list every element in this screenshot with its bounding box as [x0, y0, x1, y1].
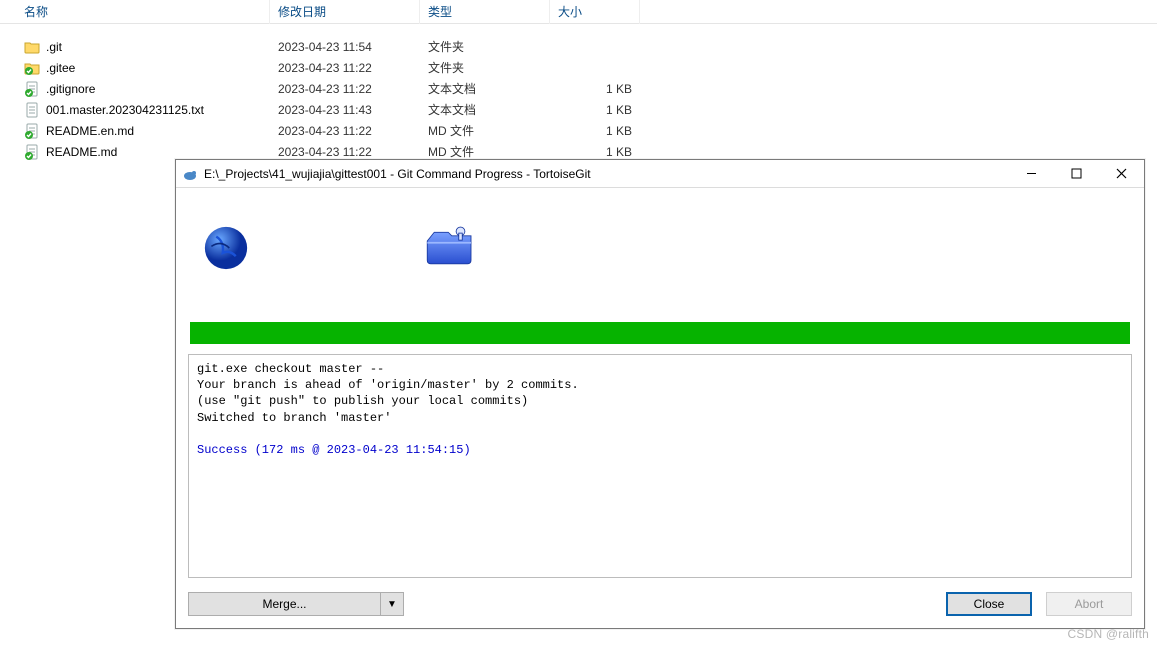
- log-line: (use "git push" to publish your local co…: [197, 394, 528, 408]
- file-date: 2023-04-23 11:54: [270, 40, 420, 54]
- file-row[interactable]: README.en.md 2023-04-23 11:22 MD 文件 1 KB: [0, 120, 1157, 141]
- file-type: 文本文档: [420, 80, 550, 97]
- file-icon: [24, 144, 40, 160]
- file-date: 2023-04-23 11:22: [270, 82, 420, 96]
- file-row[interactable]: .gitee 2023-04-23 11:22 文件夹: [0, 57, 1157, 78]
- file-date: 2023-04-23 11:22: [270, 61, 420, 75]
- file-name: README.md: [46, 145, 117, 159]
- file-icon: [24, 39, 40, 55]
- file-size: 1 KB: [550, 124, 640, 138]
- file-icon: [24, 123, 40, 139]
- file-row[interactable]: .gitignore 2023-04-23 11:22 文本文档 1 KB: [0, 78, 1157, 99]
- file-type: 文件夹: [420, 59, 550, 76]
- file-size: 1 KB: [550, 82, 640, 96]
- file-date: 2023-04-23 11:22: [270, 124, 420, 138]
- file-icon: [24, 60, 40, 76]
- file-list: .git 2023-04-23 11:54 文件夹 .gitee 2023-04…: [0, 24, 1157, 162]
- file-type: MD 文件: [420, 143, 550, 160]
- minimize-button[interactable]: [1009, 160, 1054, 188]
- col-header-date[interactable]: 修改日期: [270, 0, 420, 24]
- tortoise-icon: [182, 166, 198, 182]
- file-type: MD 文件: [420, 122, 550, 139]
- log-line: git.exe checkout master --: [197, 362, 384, 376]
- file-row[interactable]: 001.master.202304231125.txt 2023-04-23 1…: [0, 99, 1157, 120]
- file-type: 文件夹: [420, 38, 550, 55]
- titlebar[interactable]: E:\_Projects\41_wujiajia\gittest001 - Gi…: [176, 160, 1144, 188]
- folder-icon: [422, 222, 478, 274]
- merge-split-button[interactable]: Merge... ▼: [188, 592, 404, 616]
- col-header-size[interactable]: 大小: [550, 0, 640, 24]
- output-log[interactable]: git.exe checkout master -- Your branch i…: [188, 354, 1132, 578]
- progress-bar: [190, 322, 1130, 344]
- file-name: .gitignore: [46, 82, 95, 96]
- globe-icon: [200, 222, 252, 274]
- column-headers: 名称 修改日期 类型 大小: [0, 0, 1157, 24]
- file-date: 2023-04-23 11:43: [270, 103, 420, 117]
- file-type: 文本文档: [420, 101, 550, 118]
- col-header-name[interactable]: 名称: [0, 0, 270, 24]
- file-icon: [24, 81, 40, 97]
- file-size: 1 KB: [550, 145, 640, 159]
- git-progress-dialog: E:\_Projects\41_wujiajia\gittest001 - Gi…: [175, 159, 1145, 629]
- abort-button: Abort: [1046, 592, 1132, 616]
- log-success-line: Success (172 ms @ 2023-04-23 11:54:15): [197, 443, 471, 457]
- file-row[interactable]: .git 2023-04-23 11:54 文件夹: [0, 36, 1157, 57]
- animation-row: [188, 198, 1132, 298]
- file-name: 001.master.202304231125.txt: [46, 103, 204, 117]
- log-line: Switched to branch 'master': [197, 411, 391, 425]
- close-button[interactable]: Close: [946, 592, 1032, 616]
- merge-dropdown-arrow[interactable]: ▼: [381, 593, 403, 615]
- file-icon: [24, 102, 40, 118]
- dialog-title: E:\_Projects\41_wujiajia\gittest001 - Gi…: [204, 167, 1009, 181]
- explorer-panel: 名称 修改日期 类型 大小 .git 2023-04-23 11:54 文件夹 …: [0, 0, 1157, 162]
- close-window-button[interactable]: [1099, 160, 1144, 188]
- file-date: 2023-04-23 11:22: [270, 145, 420, 159]
- file-size: 1 KB: [550, 103, 640, 117]
- file-name: README.en.md: [46, 124, 134, 138]
- maximize-button[interactable]: [1054, 160, 1099, 188]
- col-header-type[interactable]: 类型: [420, 0, 550, 24]
- watermark: CSDN @ralifth: [1068, 627, 1149, 641]
- merge-button[interactable]: Merge...: [189, 593, 381, 615]
- file-name: .git: [46, 40, 62, 54]
- file-name: .gitee: [46, 61, 75, 75]
- log-line: Your branch is ahead of 'origin/master' …: [197, 378, 579, 392]
